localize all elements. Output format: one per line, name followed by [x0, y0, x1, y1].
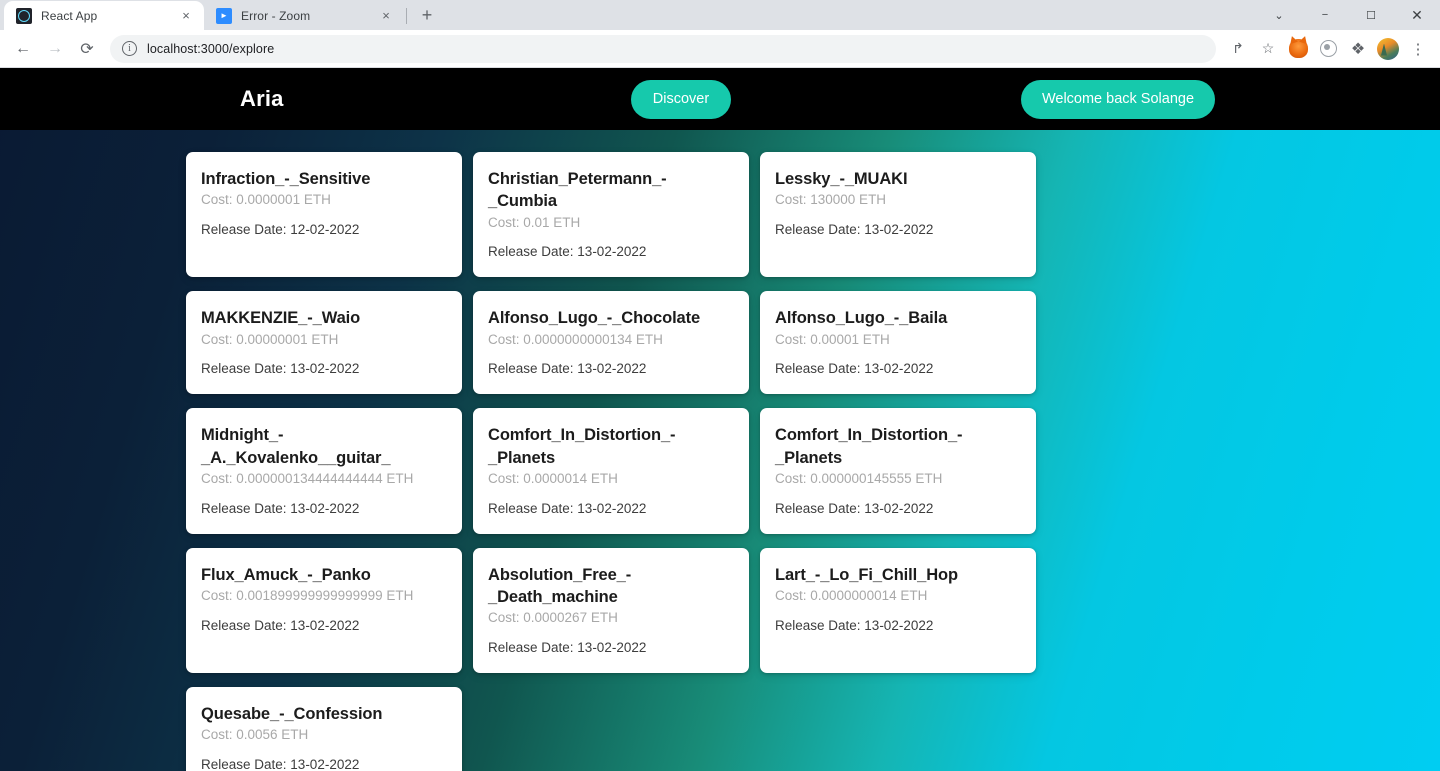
tab-separator: [406, 8, 407, 24]
track-card-release-date: Release Date: 13-02-2022: [775, 222, 934, 238]
track-card[interactable]: Lart_-_Lo_Fi_Chill_Hop Cost: 0.0000000014…: [760, 547, 1036, 673]
track-card-cost: Cost: 0.0000000014 ETH: [775, 587, 928, 603]
track-card-cost: Cost: 0.00000001 ETH: [201, 331, 339, 347]
reload-icon[interactable]: ⟳: [72, 34, 102, 64]
track-card-title: Lessky_-_MUAKI: [775, 170, 908, 188]
discover-button[interactable]: Discover: [631, 79, 731, 119]
browser-tab-zoom-error[interactable]: ► Error - Zoom ×: [204, 1, 404, 30]
browser-menu-icon[interactable]: ⋮: [1404, 35, 1432, 63]
track-card-release-date: Release Date: 13-02-2022: [775, 361, 934, 377]
maximize-button[interactable]: ☐: [1348, 0, 1394, 30]
share-icon[interactable]: ↱: [1224, 35, 1252, 63]
window-controls: ⌄ − ☐ ✕: [1256, 0, 1440, 30]
track-card[interactable]: Alfonso_Lugo_-_Baila Cost: 0.00001 ETH Rel…: [760, 291, 1036, 395]
close-window-button[interactable]: ✕: [1394, 0, 1440, 30]
track-card[interactable]: Infraction_-_Sensitive Cost: 0.0000001 ET…: [186, 152, 462, 278]
track-card-grid: Infraction_-_Sensitive Cost: 0.0000001 ET…: [0, 130, 1440, 771]
track-card-cost: Cost: 0.0000267 ETH: [488, 610, 618, 626]
track-card-cost: Cost: 0.001899999999999999 ETH: [201, 587, 414, 603]
track-card-release-date: Release Date: 12-02-2022: [201, 222, 360, 238]
track-card[interactable]: Absolution_Free_-_Death_machine Cost: 0.0…: [473, 547, 749, 673]
track-card-release-date: Release Date: 13-02-2022: [775, 617, 934, 633]
track-card-release-date: Release Date: 13-02-2022: [775, 500, 934, 516]
new-tab-button[interactable]: +: [413, 1, 441, 29]
track-card-title: Quesabe_-_Confession: [201, 704, 383, 723]
minimize-button[interactable]: −: [1302, 0, 1348, 30]
info-icon[interactable]: i: [122, 41, 137, 56]
track-card-release-date: Release Date: 13-02-2022: [201, 500, 360, 516]
page-viewport: Aria Discover Welcome back Solange Infra…: [0, 68, 1440, 771]
track-card-title: Comfort_In_Distortion_-_Planets: [488, 426, 676, 467]
profile-avatar-icon[interactable]: [1374, 35, 1402, 63]
welcome-user-button[interactable]: Welcome back Solange: [1021, 79, 1215, 119]
track-card-title: Alfonso_Lugo_-_Chocolate: [488, 309, 701, 328]
track-card-cost: Cost: 0.01 ETH: [488, 214, 581, 230]
browser-window: React App × ► Error - Zoom × + ⌄ − ☐ ✕ ←…: [0, 0, 1440, 771]
react-icon: [16, 7, 32, 24]
track-card[interactable]: Alfonso_Lugo_-_Chocolate Cost: 0.00000000…: [473, 291, 749, 395]
metamask-fox-icon[interactable]: [1284, 35, 1312, 63]
track-card[interactable]: Christian_Petermann_-_Cumbia Cost: 0.01 E…: [473, 152, 749, 278]
tab-close-icon[interactable]: ×: [378, 8, 394, 24]
tab-title: Error - Zoom: [241, 8, 311, 23]
track-card[interactable]: Comfort_In_Distortion_-_Planets Cost: 0.0…: [473, 408, 749, 534]
track-card-release-date: Release Date: 13-02-2022: [201, 361, 360, 377]
back-arrow-icon[interactable]: ←: [8, 34, 38, 64]
track-card-release-date: Release Date: 13-02-2022: [488, 640, 647, 656]
track-card-title: MAKKENZIE_-_Waio: [201, 309, 361, 328]
track-card-release-date: Release Date: 13-02-2022: [488, 244, 647, 260]
track-card-cost: Cost: 130000 ETH: [775, 192, 887, 208]
track-card[interactable]: Lessky_-_MUAKI Cost: 130000 ETH Release Da…: [760, 152, 1036, 278]
track-card-cost: Cost: 0.0000014 ETH: [488, 470, 618, 486]
tab-strip: React App × ► Error - Zoom × + ⌄ − ☐ ✕: [0, 0, 1440, 30]
puzzle-extensions-icon[interactable]: ❖: [1344, 35, 1372, 63]
bookmark-star-icon[interactable]: ☆: [1254, 35, 1282, 63]
track-card-title: Comfort_In_Distortion_-_Planets: [775, 426, 963, 467]
track-card-title: Alfonso_Lugo_-_Baila: [775, 309, 948, 328]
track-card-title: Absolution_Free_-_Death_machine: [488, 565, 632, 606]
tab-close-icon[interactable]: ×: [178, 8, 194, 24]
track-card-cost: Cost: 0.000000145555 ETH: [775, 470, 943, 486]
track-card[interactable]: Comfort_In_Distortion_-_Planets Cost: 0.0…: [760, 408, 1036, 534]
browser-toolbar: ← → ⟳ i localhost:3000/explore ↱ ☆ ❖ ⋮: [0, 30, 1440, 68]
address-bar-url: localhost:3000/explore: [147, 41, 275, 56]
track-card-release-date: Release Date: 13-02-2022: [201, 757, 360, 771]
track-card-release-date: Release Date: 13-02-2022: [201, 617, 360, 633]
track-card-cost: Cost: 0.0000000000134 ETH: [488, 331, 663, 347]
track-card[interactable]: MAKKENZIE_-_Waio Cost: 0.00000001 ETH Rele…: [186, 291, 462, 395]
track-card-title: Christian_Petermann_-_Cumbia: [488, 170, 667, 211]
track-card-cost: Cost: 0.0000001 ETH: [201, 192, 331, 208]
track-card[interactable]: Midnight_-_A._Kovalenko__guitar_ Cost: 0.…: [186, 408, 462, 534]
browser-tab-react-app[interactable]: React App ×: [4, 1, 204, 30]
zoom-icon: ►: [216, 7, 232, 24]
expand-chevron-icon[interactable]: ⌄: [1256, 0, 1302, 30]
track-card-release-date: Release Date: 13-02-2022: [488, 361, 647, 377]
forward-arrow-icon[interactable]: →: [40, 34, 70, 64]
track-card-cost: Cost: 0.0056 ETH: [201, 727, 309, 743]
address-bar[interactable]: i localhost:3000/explore: [110, 34, 1216, 63]
track-card-title: Infraction_-_Sensitive: [201, 170, 371, 188]
track-card-cost: Cost: 0.00001 ETH: [775, 331, 890, 347]
track-card[interactable]: Flux_Amuck_-_Panko Cost: 0.00189999999999…: [186, 547, 462, 673]
tab-title: React App: [41, 8, 98, 23]
app-header: Aria Discover Welcome back Solange: [0, 68, 1440, 130]
track-card-title: Flux_Amuck_-_Panko: [201, 565, 371, 584]
track-card[interactable]: Quesabe_-_Confession Cost: 0.0056 ETH Rele…: [186, 686, 462, 771]
track-card-cost: Cost: 0.000000134444444444 ETH: [201, 470, 414, 486]
toolbar-actions: ↱ ☆ ❖ ⋮: [1224, 35, 1432, 63]
circle-extension-icon[interactable]: [1314, 35, 1342, 63]
track-card-title: Lart_-_Lo_Fi_Chill_Hop: [775, 565, 958, 584]
track-card-release-date: Release Date: 13-02-2022: [488, 500, 647, 516]
app-brand-title: Aria: [240, 86, 284, 111]
track-card-title: Midnight_-_A._Kovalenko__guitar_: [201, 426, 391, 467]
